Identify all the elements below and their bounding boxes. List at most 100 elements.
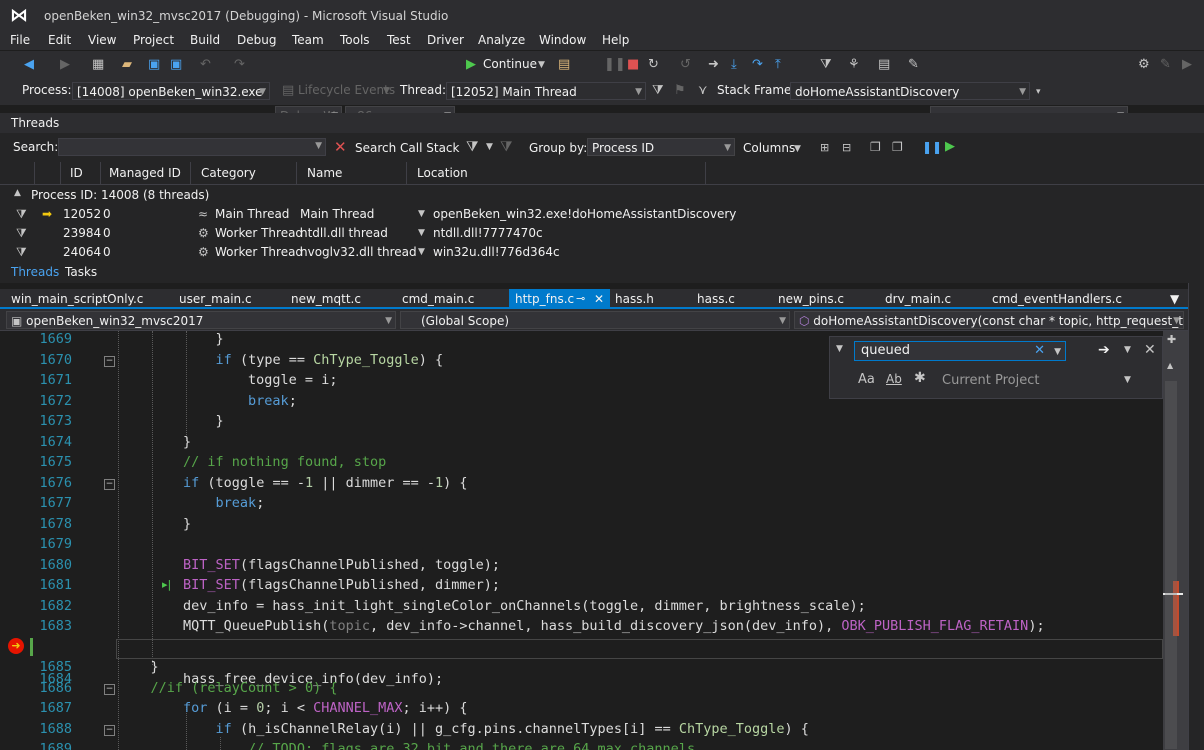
break-all-icon[interactable]: ❚❚ [604,58,626,72]
play-icon[interactable]: ▶ [945,139,955,154]
stack-frame-select[interactable]: doHomeAssistantDiscovery ▼ [790,82,1030,100]
col-name[interactable]: Name [307,166,342,180]
flag-icon[interactable]: ⧩ [16,245,27,260]
threads-search-input[interactable]: ▼ [58,138,326,156]
find-input[interactable]: queued ✕ ▼ [854,341,1066,361]
menu-view[interactable]: View [88,33,116,47]
filter-icon[interactable]: ⧩ [820,58,832,72]
thread-select[interactable]: [12052] Main Thread ▼ [446,82,646,100]
match-whole-word-toggle[interactable]: Ab [886,372,902,386]
format-icon[interactable]: ✎ [908,58,919,72]
chevron-down-icon[interactable]: ▼ [418,247,425,257]
find-scope-value[interactable]: Current Project [942,373,1039,388]
tab-user-main[interactable]: user_main.c [179,292,252,306]
menu-team[interactable]: Team [292,33,324,47]
lifecycle-events-button[interactable]: Lifecycle Events [298,83,395,97]
menu-test[interactable]: Test [387,33,411,47]
open-folder-icon[interactable]: ▰ [122,58,132,72]
col-category[interactable]: Category [201,166,256,180]
tab-drv-main[interactable]: drv_main.c [885,292,951,306]
split-icon[interactable]: ✚ [1167,333,1176,346]
menu-window[interactable]: Window [539,33,586,47]
thread-row[interactable]: ⧩ 24064 0 ⚙ Worker Thread nvoglv32.dll t… [0,243,1204,262]
flag-thread-icon[interactable]: ⧩ [652,84,664,98]
col-id[interactable]: ID [70,166,83,180]
menu-edit[interactable]: Edit [48,33,71,47]
flag-icon[interactable]: ⚑ [674,84,686,98]
scroll-up-icon[interactable]: ▲ [1167,361,1173,370]
comment-icon[interactable]: ▤ [878,58,890,72]
collapse-icon[interactable]: − [104,356,115,367]
chevron-down-icon[interactable]: ▼ [1054,343,1061,361]
process-select[interactable]: [14008] openBeken_win32.exe ▼ [72,82,270,100]
run-to-click-icon[interactable]: ▸| [162,578,171,591]
redo-icon[interactable]: ↷ [234,58,245,72]
search-call-stack-button[interactable]: Search Call Stack [355,141,459,155]
restart-icon[interactable]: ↻ [648,58,659,72]
menu-debug[interactable]: Debug [237,33,276,47]
split-stack-icon[interactable]: ⋎ [698,84,708,98]
flag-icon[interactable]: ⧩ [16,226,27,241]
tab-list-dropdown-icon[interactable]: ▼ [1170,292,1179,306]
chevron-down-icon[interactable]: ▼ [1124,375,1131,385]
chevron-down-icon[interactable]: ▼ [836,344,843,354]
tab-tasks[interactable]: Tasks [65,265,97,279]
menu-help[interactable]: Help [602,33,629,47]
thread-row[interactable]: ⧩ ➡ 12052 0 ≈ Main Thread Main Thread ▼ … [0,205,1204,224]
project-select[interactable]: ▣ openBeken_win32_mvsc2017 ▼ [6,311,396,329]
clear-find-icon[interactable]: ✕ [1034,342,1045,360]
thread-row[interactable]: ⧩ 23984 0 ⚙ Worker Thread ntdll.dll thre… [0,224,1204,243]
close-icon[interactable]: ✕ [1144,342,1156,358]
process-group-row[interactable]: ▲ Process ID: 14008 (8 threads) [0,186,1204,204]
back-icon[interactable]: ◀ [24,58,34,72]
tab-hass-h[interactable]: hass.h [615,292,654,306]
menu-analyze[interactable]: Analyze [478,33,525,47]
settings-icon[interactable]: ⚙ [1138,58,1150,72]
col-location[interactable]: Location [417,166,468,180]
thaw-threads-icon[interactable]: ❐ [892,140,903,154]
columns-button[interactable]: Columns [743,141,795,155]
menu-project[interactable]: Project [133,33,174,47]
run-icon[interactable]: ▶ [1182,58,1192,72]
step-over-icon[interactable]: ↷ [752,58,763,72]
attach-process-icon[interactable]: ▤ [558,58,570,72]
menu-tools[interactable]: Tools [340,33,370,47]
stop-debugging-icon[interactable]: ■ [627,58,639,72]
chevron-down-icon[interactable]: ▼ [538,58,545,72]
menu-driver[interactable]: Driver [427,33,464,47]
chevron-down-icon[interactable]: ▼ [418,209,425,219]
flag-icon[interactable]: ⧩ [16,207,27,222]
tab-cmd-main[interactable]: cmd_main.c [402,292,474,306]
edit-icon[interactable]: ✎ [1160,58,1171,72]
match-case-toggle[interactable]: Aa [858,372,875,387]
tab-new-pins[interactable]: new_pins.c [778,292,844,306]
editor-vertical-scrollbar[interactable]: ✚ ▲ [1163,331,1188,750]
regex-toggle-icon[interactable]: ✱ [914,370,926,386]
undo-icon[interactable]: ↶ [200,58,211,72]
collapse-groups-icon[interactable]: ⊟ [842,141,851,154]
tab-http-fns-active[interactable]: http_fns.c ⊸ ✕ [509,289,610,309]
tab-hass-c[interactable]: hass.c [697,292,735,306]
collapse-icon[interactable]: − [104,684,115,695]
continue-icon[interactable]: ▶ [466,58,476,72]
tab-win-main-scriptonly[interactable]: win_main_scriptOnly.c [11,292,143,306]
diagnostic-icon[interactable]: ⚘ [848,58,860,72]
expand-groups-icon[interactable]: ⊞ [820,141,829,154]
tab-threads[interactable]: Threads [11,265,59,279]
collapse-caret-icon[interactable]: ▲ [14,188,21,198]
col-managed-id[interactable]: Managed ID [109,166,181,180]
show-next-statement-icon[interactable]: ➜ [708,58,719,72]
function-select[interactable]: ⬡ doHomeAssistantDiscovery(const char * … [794,311,1184,329]
chevron-down-icon[interactable]: ▼ [794,144,801,154]
step-out-icon[interactable]: ⤒ [775,58,781,72]
new-project-icon[interactable]: ▦ [92,58,104,72]
tab-http-fns[interactable]: http_fns.c [515,292,574,306]
chevron-down-icon[interactable]: ▼ [383,84,390,98]
clear-search-icon[interactable]: ✕ [334,138,347,156]
close-icon[interactable]: ✕ [594,292,604,306]
hot-reload-icon[interactable]: ↺ [680,58,691,72]
scrollbar-thumb[interactable] [1165,381,1177,749]
unflag-filter-icon[interactable]: ⧩ [500,139,513,155]
save-icon[interactable]: ▣ [148,58,160,72]
menu-build[interactable]: Build [190,33,220,47]
